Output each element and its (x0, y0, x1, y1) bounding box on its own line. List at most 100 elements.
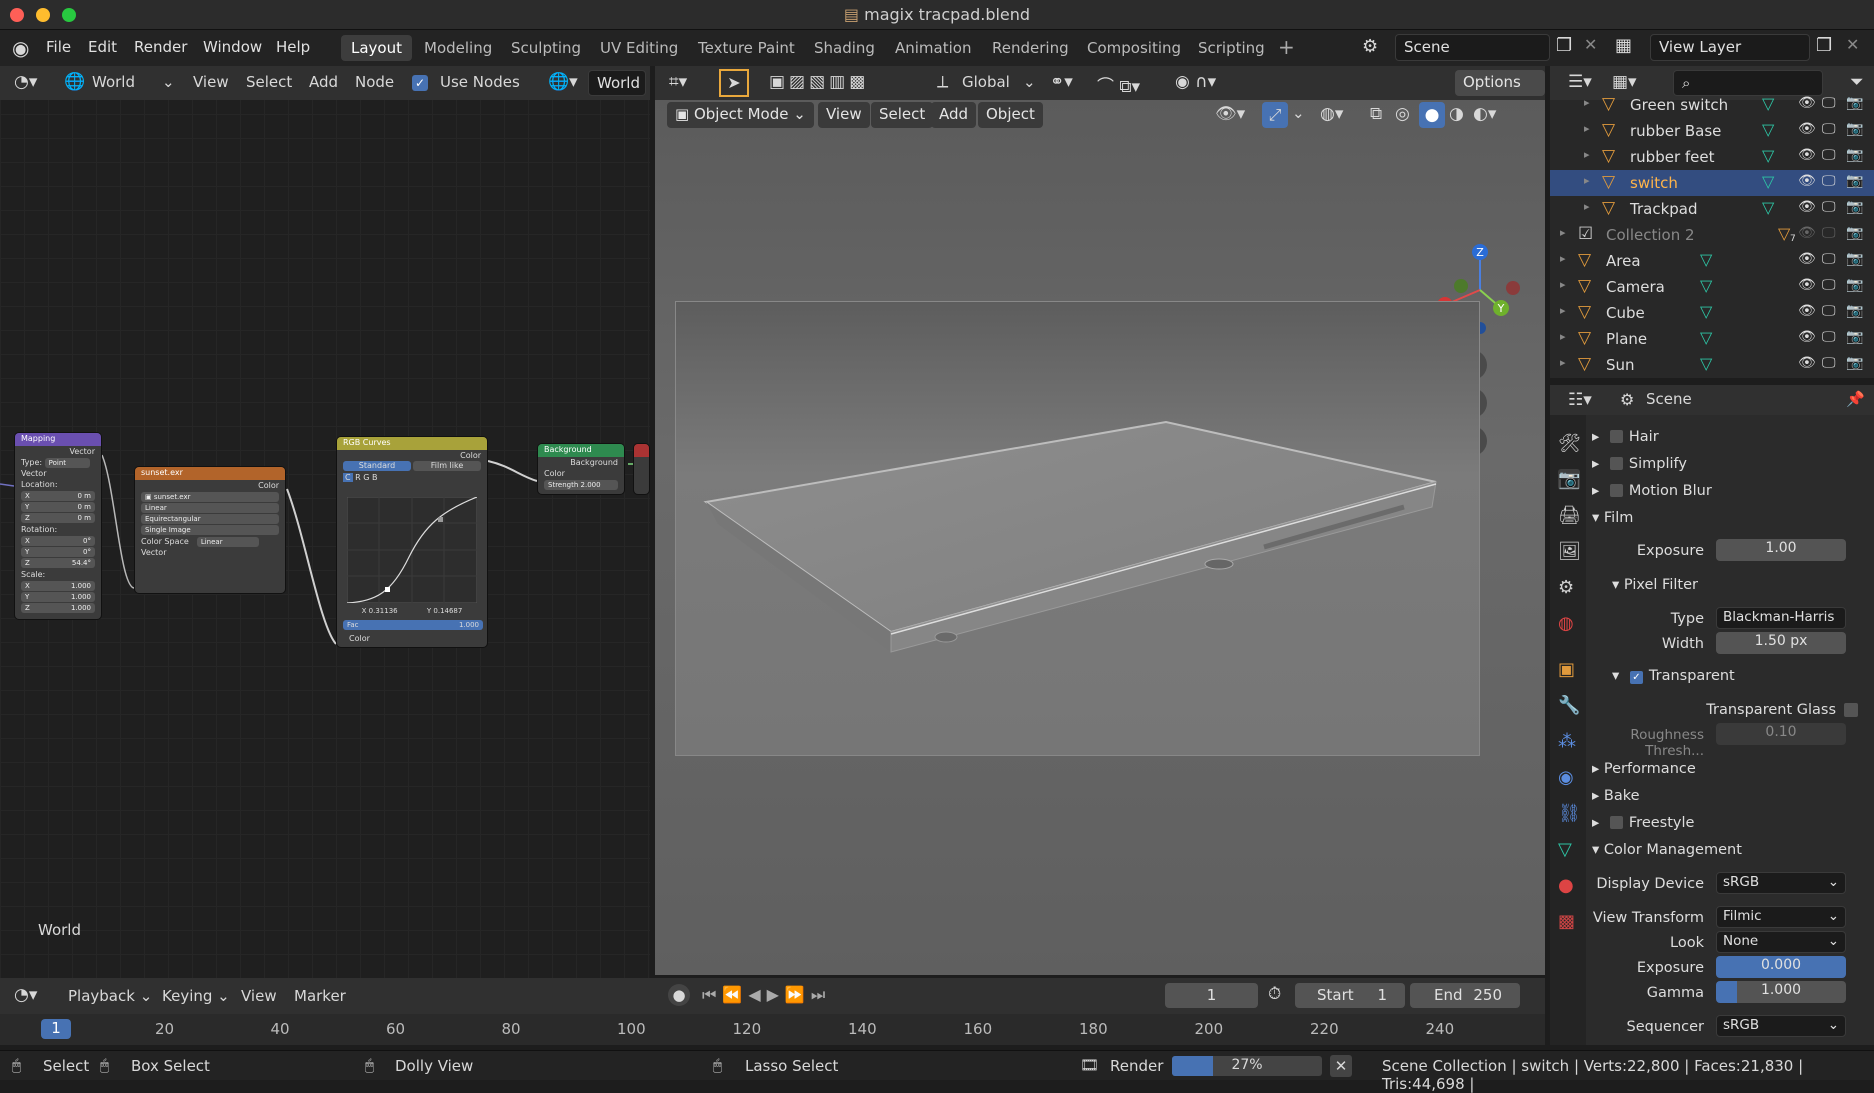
sequencer-dropdown[interactable]: sRGB ⌄ (1716, 1015, 1846, 1037)
new-view-layer-icon[interactable]: ❐ (1816, 35, 1832, 56)
location-z-field[interactable]: Z0 m (21, 513, 95, 523)
outliner-item-name[interactable]: Collection 2 (1606, 226, 1695, 244)
image-file-field[interactable]: ▣ sunset.exr (141, 492, 279, 502)
new-scene-icon[interactable]: ❐ (1556, 35, 1572, 56)
tab-shading[interactable]: Shading (804, 35, 885, 61)
curve-mode-tabs[interactable]: Standard Film like (337, 461, 487, 472)
overlays-icon[interactable]: ◍▾ (1320, 104, 1343, 124)
outliner-item-name[interactable]: rubber Base (1630, 122, 1721, 140)
outliner-row[interactable]: ▸ ▽ Cube ▽ 👁 🖵 📷 (1550, 300, 1874, 326)
rotation-y-field[interactable]: Y 0° (21, 547, 95, 557)
pixel-filter-panel[interactable]: ▾ Pixel Filter (1612, 577, 1698, 593)
menu-help[interactable]: Help (276, 38, 310, 56)
visibility-eye-icon[interactable]: 👁 (1798, 355, 1816, 371)
viewport-editor-type-icon[interactable]: ⌗▾ (669, 72, 687, 92)
object-tab-icon[interactable]: ▣ (1558, 659, 1575, 680)
view-layer-icon[interactable]: ▦ (1615, 35, 1632, 56)
render-toggle-icon[interactable]: 📷 (1846, 251, 1863, 267)
transform-orientation-icon[interactable]: ⟂ (937, 72, 948, 92)
collection-checkbox-icon[interactable]: ☑ (1578, 224, 1593, 244)
curve-point-coords[interactable]: X 0.31136 Y 0.14687 (347, 607, 477, 615)
viewport-toggle-icon[interactable]: 🖵 (1822, 225, 1836, 241)
timeline-view-menu[interactable]: View (241, 987, 277, 1005)
chevron-down-icon[interactable]: ⌄ (1023, 73, 1036, 91)
expand-icon[interactable]: ▸ (1560, 252, 1566, 265)
options-dropdown[interactable]: Options ⌄ (1455, 70, 1545, 109)
tab-uv-editing[interactable]: UV Editing (590, 35, 688, 61)
background-node[interactable]: Background Background Color Strength 2.0… (537, 443, 625, 495)
output-tab-icon[interactable]: 🖨 (1558, 505, 1581, 526)
timeline-ruler[interactable]: 1 20 40 60 80 100 120 140 160 180 200 220 240 (0, 1014, 1545, 1045)
film-exposure-field[interactable]: 1.00 (1716, 539, 1846, 561)
view-layer-tab-icon[interactable]: 🖼 (1558, 541, 1581, 562)
render-toggle-icon[interactable]: 📷 (1846, 121, 1863, 137)
render-toggle-icon[interactable]: 📷 (1846, 277, 1863, 293)
visibility-eye-icon[interactable]: 👁 (1798, 95, 1816, 111)
menu-window[interactable]: Window (203, 38, 262, 56)
proportional-edit-icon[interactable]: ◉ ∩▾ (1175, 72, 1216, 92)
tab-sculpting[interactable]: Sculpting (501, 35, 591, 61)
mapping-type-row[interactable]: Type: Point (15, 457, 101, 468)
render-toggle-icon[interactable]: 📷 (1846, 147, 1863, 163)
viewport-menu-select[interactable]: Select (871, 102, 934, 128)
display-mode-icon[interactable]: ▦▾ (1612, 72, 1637, 92)
tab-layout[interactable]: Layout (341, 35, 412, 61)
expand-icon[interactable]: ▸ (1584, 96, 1590, 109)
object-mode-dropdown[interactable]: ▣ Object Mode ⌄ (667, 102, 814, 128)
source-dropdown[interactable]: Single Image (141, 525, 279, 535)
viewport-menu-object[interactable]: Object (978, 102, 1043, 128)
viewport-toggle-icon[interactable]: 🖵 (1822, 251, 1836, 267)
viewport-toggle-icon[interactable]: 🖵 (1822, 121, 1836, 137)
modifier-tab-icon[interactable]: 🔧 (1558, 695, 1580, 716)
mapping-node-header[interactable]: Mapping (15, 433, 101, 446)
render-tab-icon[interactable]: 📷 (1558, 469, 1581, 490)
pivot-icon[interactable]: ⚭▾ (1050, 72, 1073, 92)
render-toggle-icon[interactable]: 📷 (1846, 303, 1863, 319)
scene-icon[interactable]: ⚙ (1362, 36, 1378, 57)
view-transform-dropdown[interactable]: Filmic ⌄ (1716, 906, 1846, 928)
visibility-eye-icon[interactable]: 👁 (1798, 251, 1816, 267)
viewport-toggle-icon[interactable]: 🖵 (1822, 277, 1836, 293)
tab-standard[interactable]: Standard (343, 461, 411, 471)
outliner-row[interactable]: ▸ ▽ Sun ▽ 👁 🖵 📷 (1550, 352, 1874, 378)
solid-shading-icon[interactable]: ● (1419, 102, 1445, 128)
world-tab-icon[interactable]: ◍ (1558, 613, 1574, 634)
expand-icon[interactable]: ▸ (1560, 330, 1566, 343)
node-editor[interactable]: ◔▾ 🌐 World ⌄ View Select Add Node ✓ Use … (0, 66, 650, 978)
blender-logo-icon[interactable]: ◉ (12, 36, 29, 60)
filter-icon[interactable]: ⏷ (1850, 72, 1864, 92)
curve-graph[interactable] (347, 497, 477, 603)
outliner-row[interactable]: ▸ ▽ rubber Base ▽ 👁 🖵 📷 (1550, 118, 1874, 144)
rotation-z-field[interactable]: Z 54.4° (21, 558, 95, 568)
viewport-toggle-icon[interactable]: 🖵 (1822, 95, 1836, 111)
film-panel[interactable]: ▾ Film (1592, 510, 1633, 526)
outliner-item-name[interactable]: Area (1606, 252, 1641, 270)
visibility-eye-icon[interactable]: 👁 (1798, 121, 1816, 137)
view-layer-field[interactable]: View Layer (1650, 34, 1810, 61)
marker-menu[interactable]: Marker (294, 987, 346, 1005)
delete-view-layer-icon[interactable]: ✕ (1846, 35, 1859, 54)
visibility-eye-icon[interactable]: 👁 (1798, 303, 1816, 319)
tab-scripting[interactable]: Scripting (1188, 35, 1275, 61)
rotation-x-field[interactable]: X 0° (21, 536, 95, 546)
filter-type-dropdown[interactable]: Blackman-Harris⌄ (1716, 607, 1846, 641)
viewport-toggle-icon[interactable]: 🖵 (1822, 147, 1836, 163)
texture-tab-icon[interactable]: ▩ (1558, 911, 1575, 932)
display-device-dropdown[interactable]: sRGB ⌄ (1716, 872, 1846, 894)
color-space-row[interactable]: Color Space Linear (135, 536, 285, 547)
interpolation-dropdown[interactable]: Linear (141, 503, 279, 513)
outliner-row[interactable]: ▸ ▽ rubber feet ▽ 👁 🖵 📷 (1550, 144, 1874, 170)
viewport-toggle-icon[interactable]: 🖵 (1822, 199, 1836, 215)
outliner[interactable]: ☰▾ ▦▾ ⌕ ⏷ ▸ ▽ Green switch ▽ 👁 🖵 📷 ▸ ▽ rubber Bas… (1550, 66, 1874, 378)
outliner-row[interactable]: ▸ ▽ Area ▽ 👁 🖵 📷 (1550, 248, 1874, 274)
expand-icon[interactable]: ▸ (1584, 122, 1590, 135)
delete-scene-icon[interactable]: ✕ (1584, 35, 1597, 54)
viewport-toggle-icon[interactable]: 🖵 (1822, 173, 1836, 189)
location-y-field[interactable]: Y0 m (21, 502, 95, 512)
data-tab-icon[interactable]: ▽ (1558, 839, 1572, 860)
timeline-editor-type-icon[interactable]: ◔▾ (14, 985, 37, 1005)
snap-icon[interactable]: ⌒ ⧉▾ (1097, 72, 1140, 97)
outliner-item-name[interactable]: Camera (1606, 278, 1665, 296)
environment-texture-node[interactable]: sunset.exr Color ▣ sunset.exr Linear Equ… (134, 466, 286, 594)
add-workspace-icon[interactable]: + (1278, 35, 1295, 59)
